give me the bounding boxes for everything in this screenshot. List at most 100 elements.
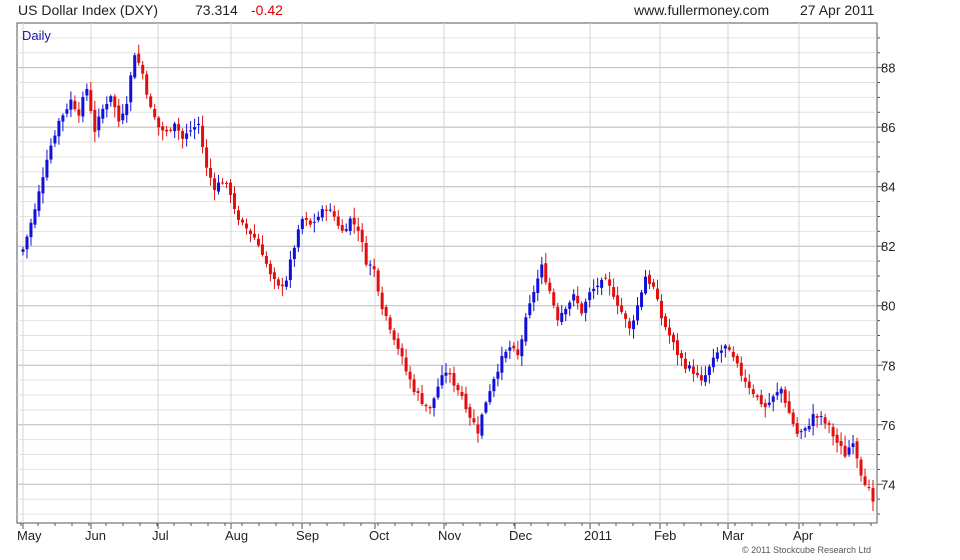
candle-body — [93, 109, 97, 132]
candle-body — [229, 182, 233, 195]
candle-body — [743, 377, 747, 382]
candle-body — [452, 373, 456, 386]
candle-body — [328, 209, 332, 211]
candle-body — [652, 282, 656, 287]
candle-body — [524, 317, 528, 342]
candle-body — [663, 316, 667, 328]
candle-body — [105, 103, 109, 110]
candle-body — [644, 276, 648, 294]
plot-area — [16, 22, 878, 524]
candle-body — [81, 96, 85, 117]
candle-body — [843, 445, 847, 457]
candle-body — [687, 365, 691, 369]
candle-body — [352, 217, 356, 225]
candle-body — [101, 108, 105, 119]
candle-body — [37, 191, 41, 211]
candle-body — [552, 292, 556, 306]
candle — [133, 53, 137, 80]
candle-body — [117, 105, 121, 122]
candle-body — [233, 193, 237, 209]
candle-body — [145, 74, 149, 95]
candle-body — [695, 372, 699, 376]
candle-body — [89, 90, 93, 112]
candle-body — [424, 404, 428, 407]
candle-body — [456, 384, 460, 391]
candle-body — [771, 396, 775, 402]
candle-body — [336, 216, 340, 226]
candle-body — [608, 279, 612, 286]
candle-body — [332, 211, 336, 217]
candle-body — [169, 129, 173, 131]
candle-body — [731, 351, 735, 358]
x-tick-label: Nov — [438, 528, 462, 543]
candle-body — [57, 120, 61, 137]
candle-body — [799, 431, 803, 433]
candle-body — [707, 366, 711, 376]
candle-body — [703, 375, 707, 382]
candle-body — [292, 247, 296, 260]
candle-body — [480, 414, 484, 436]
candle-body — [364, 242, 368, 265]
candle-body — [276, 279, 280, 286]
candle-body — [137, 53, 141, 63]
candle-body — [536, 278, 540, 293]
candle-body — [811, 414, 815, 427]
candle-body — [420, 393, 424, 404]
candle-body — [624, 313, 628, 319]
candle-body — [320, 209, 324, 218]
y-tick-label: 78 — [881, 358, 895, 373]
candle-body — [97, 116, 101, 131]
candle-body — [719, 350, 723, 353]
candle-body — [400, 348, 404, 357]
candle-body — [264, 255, 268, 264]
candle-body — [667, 327, 671, 336]
candle-body — [348, 218, 352, 231]
candle-body — [308, 220, 312, 225]
candle-body — [532, 292, 536, 303]
y-tick-label: 76 — [881, 418, 895, 433]
candle-body — [161, 126, 165, 131]
candle-body — [113, 96, 117, 108]
candle-body — [775, 392, 779, 396]
y-tick-label: 88 — [881, 61, 895, 76]
candle-body — [177, 124, 181, 131]
candle-body — [380, 292, 384, 310]
candle-body — [851, 443, 855, 448]
candle-body — [356, 226, 360, 231]
candle-body — [77, 109, 81, 116]
candle-body — [783, 389, 787, 404]
candle-body — [472, 418, 476, 423]
candle-body — [173, 123, 177, 132]
candle-body — [408, 371, 412, 380]
x-tick-label: Sep — [296, 528, 319, 543]
candle-body — [221, 182, 225, 184]
candle-body — [197, 123, 201, 125]
candle-body — [827, 423, 831, 425]
copyright-label: © 2011 Stockcube Research Ltd — [742, 545, 871, 555]
candle-body — [244, 223, 248, 229]
candle-body — [193, 127, 197, 130]
candle-body — [739, 362, 743, 376]
candle-body — [25, 236, 29, 250]
candle-body — [640, 292, 644, 308]
x-tick-label: Apr — [793, 528, 814, 543]
candle-body — [412, 379, 416, 392]
candle-body — [280, 284, 284, 287]
candle-body — [236, 210, 240, 220]
candle-body — [787, 401, 791, 413]
candle-body — [312, 221, 316, 223]
candle-body — [859, 459, 863, 476]
candle-body — [823, 417, 827, 424]
candle-body — [723, 345, 727, 349]
y-tick-label: 80 — [881, 299, 895, 314]
candle-body — [444, 372, 448, 376]
candle-body — [372, 266, 376, 270]
candle-body — [129, 75, 133, 103]
candle-body — [205, 147, 209, 168]
candle-body — [217, 182, 221, 192]
candle-body — [656, 288, 660, 300]
price-chart: 74 76 78 80 82 84 86 88 May Jun Jul Aug Sep Oct Nov Dec… — [16, 22, 895, 555]
candle-body — [53, 135, 57, 144]
candle-body — [544, 263, 548, 283]
candle-body — [181, 130, 185, 139]
